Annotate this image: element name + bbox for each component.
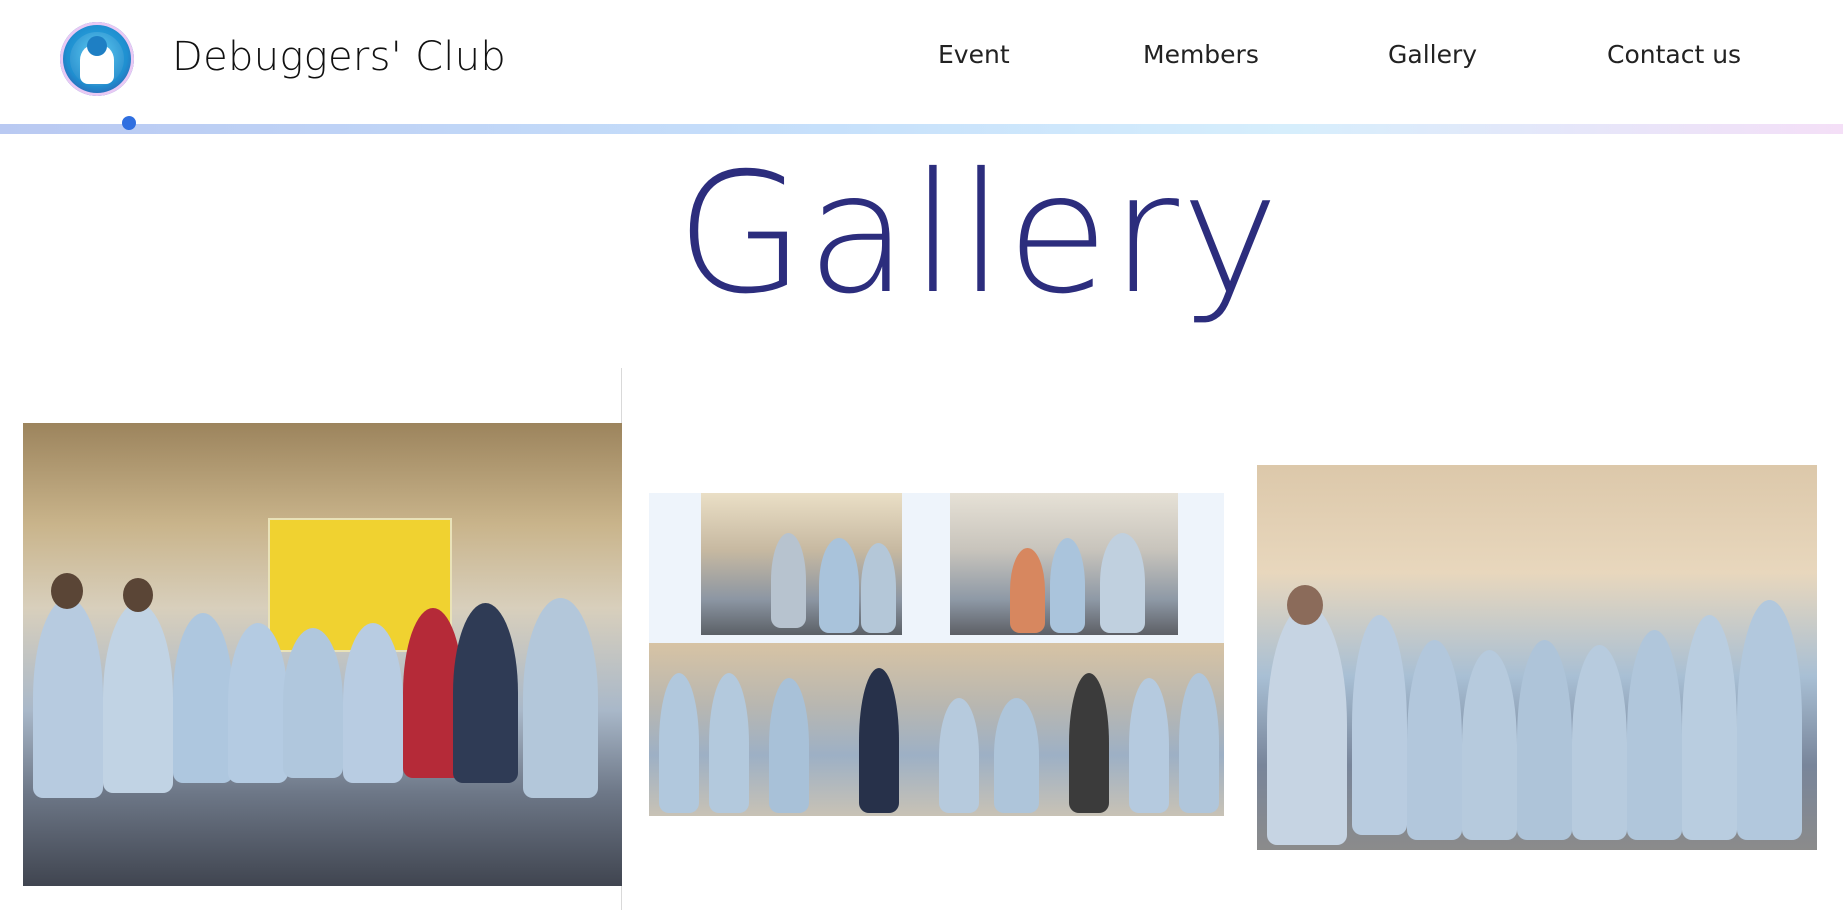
nav-item-members[interactable]: Members <box>1143 40 1259 69</box>
logo-head <box>87 36 107 56</box>
site-header: Debuggers' Club Event Members Gallery Co… <box>0 0 1843 124</box>
site-title[interactable]: Debuggers' Club <box>172 34 506 80</box>
collage-photo-1[interactable] <box>701 493 902 635</box>
collage-photo-2[interactable] <box>950 493 1178 635</box>
header-underline <box>0 124 1843 134</box>
gallery-photo-right[interactable] <box>1257 465 1817 850</box>
nav-item-contact[interactable]: Contact us <box>1607 40 1741 69</box>
gallery-photo-left[interactable] <box>23 423 622 886</box>
club-logo[interactable] <box>60 22 134 96</box>
gallery-collage[interactable] <box>649 493 1224 816</box>
active-indicator-dot <box>122 116 136 130</box>
collage-photo-3[interactable] <box>649 643 1224 816</box>
nav-item-gallery[interactable]: Gallery <box>1388 40 1477 69</box>
nav-item-event[interactable]: Event <box>938 40 1010 69</box>
page-title: Gallery <box>676 138 1282 331</box>
